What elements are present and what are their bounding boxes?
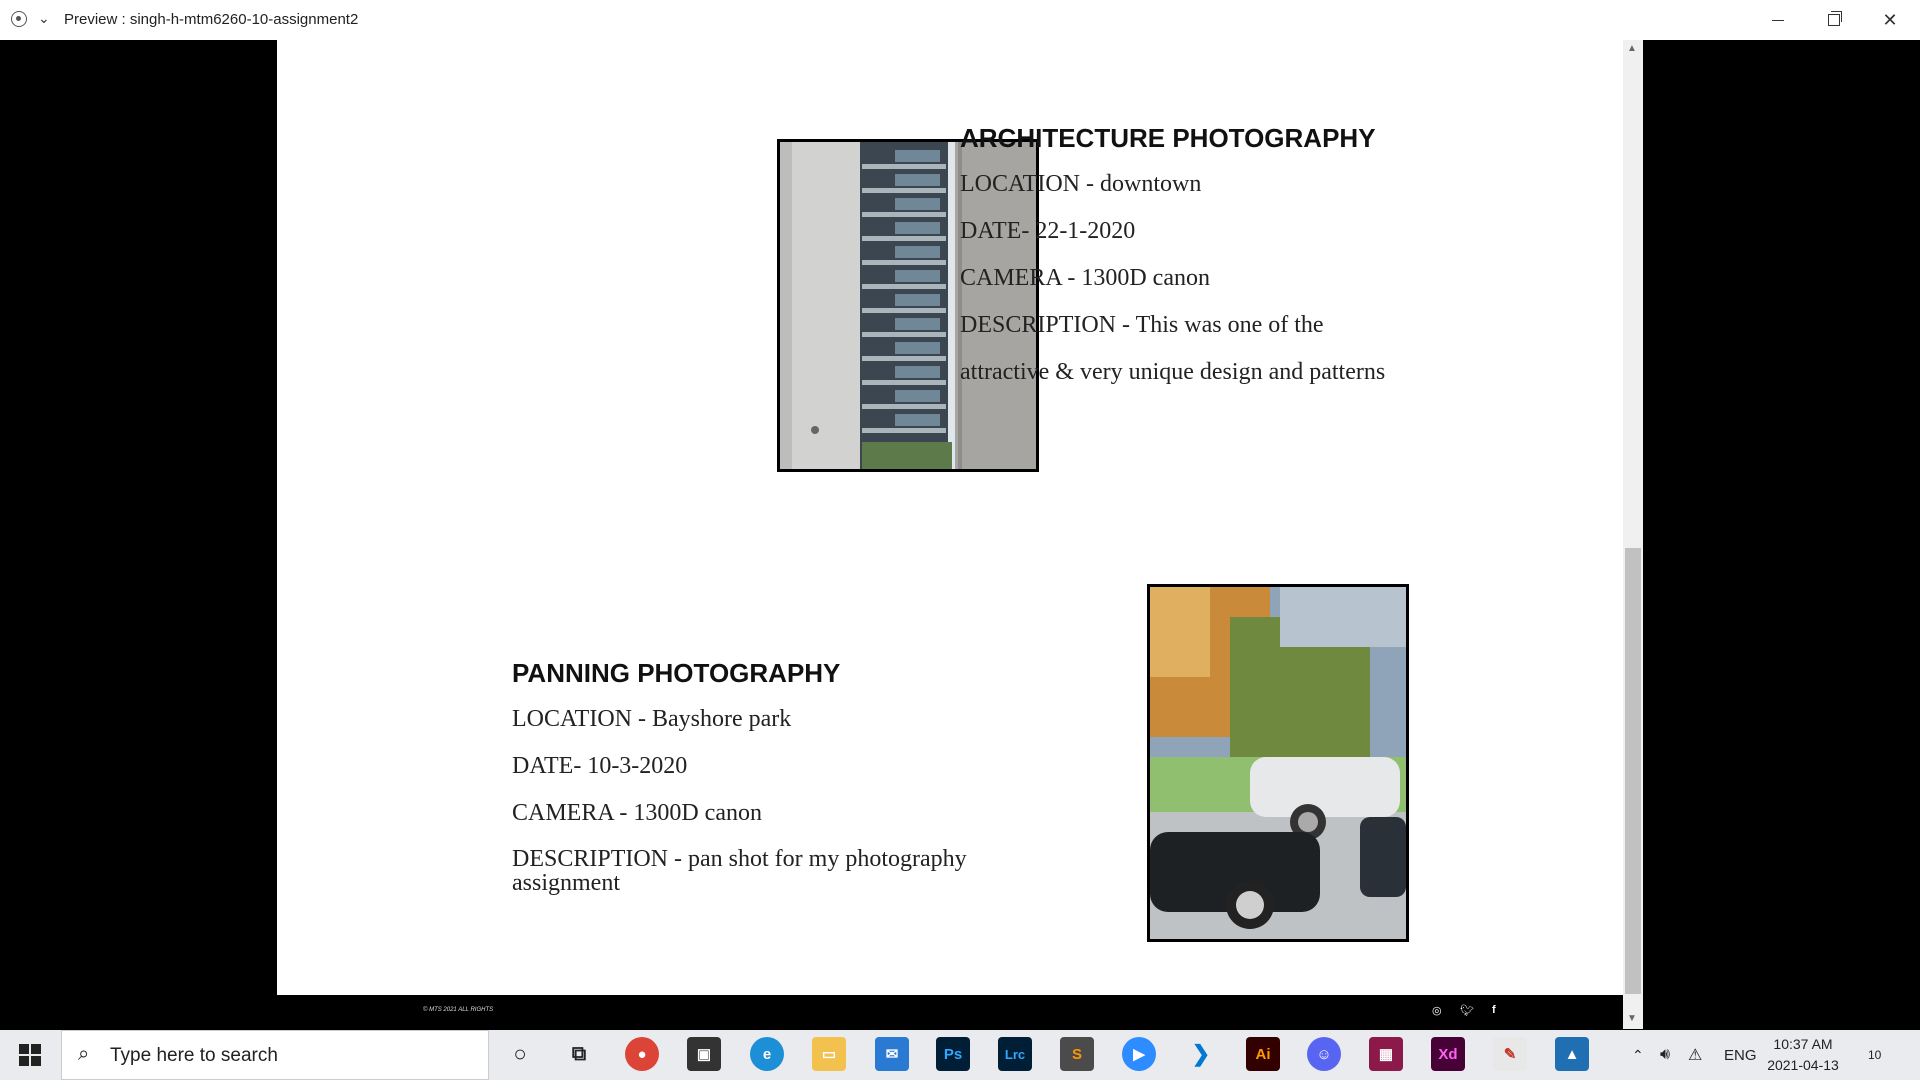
- clock-time: 10:37 AM: [1773, 1036, 1833, 1052]
- clock-date: 2021-04-13: [1767, 1057, 1839, 1073]
- windows-icon: [19, 1044, 41, 1066]
- discord-icon[interactable]: ☺: [1307, 1037, 1341, 1071]
- store-icon[interactable]: ▣: [687, 1037, 721, 1071]
- panning-date: DATE- 10-3-2020: [512, 753, 688, 779]
- language-indicator[interactable]: ENG: [1724, 1030, 1757, 1080]
- lightroom-icon[interactable]: Lrc: [998, 1037, 1032, 1071]
- scrollbar[interactable]: ▲ ▼: [1623, 40, 1643, 1029]
- volume-icon[interactable]: 🔊︎: [1660, 1030, 1670, 1080]
- chrome-icon[interactable]: ●: [625, 1037, 659, 1071]
- panning-description: DESCRIPTION - pan shot for my photograph…: [512, 846, 967, 872]
- restore-button[interactable]: [1806, 0, 1862, 40]
- scroll-up-icon[interactable]: ▲: [1627, 43, 1637, 54]
- facebook-icon[interactable]: f: [1492, 1004, 1496, 1016]
- clock[interactable]: 10:37 AM 2021-04-13: [1766, 1034, 1840, 1076]
- sublime-icon[interactable]: S: [1060, 1037, 1094, 1071]
- window-title: Preview : singh-h-mtm6260-10-assignment2: [64, 11, 359, 28]
- close-button[interactable]: ✕: [1862, 0, 1918, 40]
- xd-icon[interactable]: Xd: [1431, 1037, 1465, 1071]
- network-icon[interactable]: ⚠: [1688, 1030, 1702, 1080]
- panning-location: LOCATION - Bayshore park: [512, 706, 792, 732]
- paint-icon[interactable]: ✎: [1493, 1037, 1527, 1071]
- task-view-icon[interactable]: ⧉: [562, 1037, 596, 1071]
- photoshop-icon[interactable]: Ps: [936, 1037, 970, 1071]
- architecture-heading: ARCHITECTURE PHOTOGRAPHY: [960, 123, 1376, 153]
- scrollbar-thumb[interactable]: [1625, 548, 1641, 994]
- cortana-icon[interactable]: ○: [503, 1037, 537, 1071]
- notification-icon[interactable]: 10: [1868, 1030, 1881, 1080]
- vscode-icon[interactable]: ❯: [1184, 1037, 1218, 1071]
- chevron-down-icon[interactable]: ⌄: [38, 10, 50, 27]
- scroll-down-icon[interactable]: ▼: [1627, 1013, 1637, 1024]
- search-icon: ⌕: [78, 1043, 90, 1065]
- start-button[interactable]: [0, 1030, 60, 1080]
- search-placeholder: Type here to search: [110, 1045, 278, 1066]
- architecture-description-cont: attractive & very unique design and patt…: [960, 359, 1386, 385]
- architecture-date: DATE- 22-1-2020: [960, 218, 1136, 244]
- twitter-icon[interactable]: 🐦︎: [1460, 1004, 1474, 1017]
- record-icon[interactable]: [11, 11, 27, 27]
- page-footer: © MTS 2021 ALL RIGHTS ◎ 🐦︎ f: [277, 995, 1623, 1029]
- notification-count: 10: [1868, 1048, 1882, 1062]
- preview-page: ARCHITECTURE PHOTOGRAPHY LOCATION - down…: [277, 40, 1623, 995]
- taskbar: ⌕ Type here to search ○ ⧉ ● ▣ e ▭ ✉ Ps L…: [0, 1030, 1920, 1080]
- panning-camera: CAMERA - 1300D canon: [512, 800, 762, 826]
- window-titlebar: ⌄ Preview : singh-h-mtm6260-10-assignmen…: [0, 0, 1920, 40]
- edge-icon[interactable]: e: [750, 1037, 784, 1071]
- search-box[interactable]: ⌕ Type here to search: [61, 1030, 489, 1080]
- tray-chevron-icon[interactable]: ⌃: [1632, 1030, 1644, 1080]
- architecture-location: LOCATION - downtown: [960, 171, 1202, 197]
- illustrator-icon[interactable]: Ai: [1246, 1037, 1280, 1071]
- zoom-icon[interactable]: ▶: [1122, 1037, 1156, 1071]
- photos-icon[interactable]: ▲: [1555, 1037, 1589, 1071]
- mail-icon[interactable]: ✉: [875, 1037, 909, 1071]
- architecture-camera: CAMERA - 1300D canon: [960, 265, 1210, 291]
- instagram-icon[interactable]: ◎: [1432, 1004, 1442, 1017]
- file-explorer-icon[interactable]: ▭: [812, 1037, 846, 1071]
- minimize-button[interactable]: [1750, 0, 1806, 40]
- winrar-icon[interactable]: ▦: [1369, 1037, 1403, 1071]
- panning-heading: PANNING PHOTOGRAPHY: [512, 658, 841, 688]
- copyright-text: © MTS 2021 ALL RIGHTS: [423, 1007, 494, 1013]
- panning-photo: [1147, 584, 1409, 942]
- panning-description-cont: assignment: [512, 870, 620, 896]
- architecture-description: DESCRIPTION - This was one of the: [960, 312, 1324, 338]
